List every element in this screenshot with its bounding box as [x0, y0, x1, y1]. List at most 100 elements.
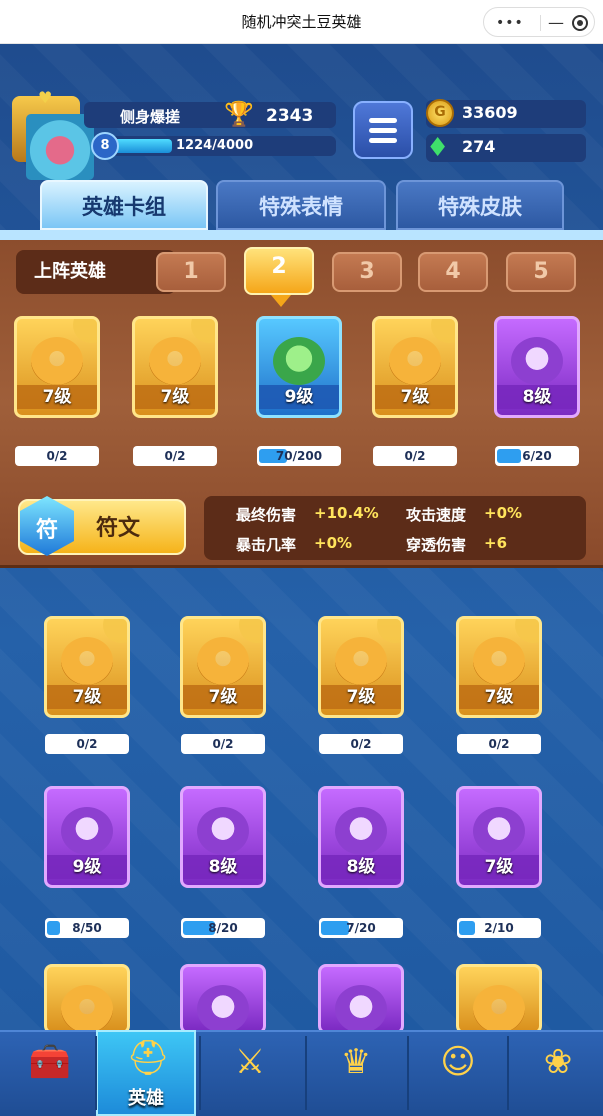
stat-name: 攻击速度 — [406, 506, 467, 524]
chef-hero-icon — [389, 337, 441, 385]
card-progress-text: 0/2 — [76, 737, 98, 751]
lineup-label: 上阵英雄 — [16, 250, 176, 294]
card-progress-bar: 0/2 — [181, 734, 265, 754]
hero-card[interactable] — [44, 964, 130, 1030]
crossed-swords-icon: ⚔ — [234, 1042, 266, 1082]
masked-hero-icon — [197, 637, 249, 685]
hero-card[interactable] — [180, 964, 266, 1030]
card-progress-text: 6/20 — [522, 449, 552, 463]
card-progress-bar: 6/20 — [495, 446, 579, 466]
stat-name: 暴击几率 — [236, 536, 297, 554]
lineup-slot-5[interactable]: 5 — [506, 252, 576, 292]
hero-card[interactable]: 7级 — [372, 316, 458, 418]
hero-card[interactable] — [456, 964, 542, 1030]
hero-level: 8级 — [497, 385, 577, 409]
stat-value: +10.4% — [314, 504, 379, 522]
hero-card[interactable]: 7级 — [456, 616, 542, 718]
lineup-slot-1[interactable]: 1 — [156, 252, 226, 292]
hero-level: 9级 — [259, 385, 339, 409]
stat-name: 最终伤害 — [236, 506, 297, 524]
close-target-icon[interactable] — [572, 15, 588, 31]
player-level-badge: 8 — [91, 132, 119, 160]
nav-item-grass-island[interactable]: ❀ — [508, 1030, 603, 1116]
card-progress-text: 0/2 — [488, 737, 510, 751]
lineup-slot-3[interactable]: 3 — [332, 252, 402, 292]
nav-item-crown-shield[interactable]: ♛ — [306, 1030, 406, 1116]
capsule-menu: ••• — — [483, 7, 595, 37]
lineup-slot-2[interactable]: 2 — [244, 247, 314, 307]
tab-special-skins[interactable]: 特殊皮肤 — [396, 180, 564, 230]
card-progress-text: 0/2 — [212, 737, 234, 751]
stat-value: +6 — [484, 534, 508, 552]
tab-hero-deck[interactable]: 英雄卡组 — [40, 180, 208, 230]
hero-level: 7级 — [459, 685, 539, 709]
hero-level: 7级 — [375, 385, 455, 409]
card-progress-bar: 2/10 — [457, 918, 541, 938]
card-progress-bar: 8/50 — [45, 918, 129, 938]
hero-card[interactable]: 7级 — [14, 316, 100, 418]
card-progress-text: 70/200 — [275, 449, 323, 463]
hero-card[interactable]: 7级 — [44, 616, 130, 718]
gold-amount: 33609 — [462, 103, 518, 122]
card-progress-bar: 8/20 — [181, 918, 265, 938]
explorer-hero-icon — [335, 807, 387, 855]
hero-card[interactable]: 9级 — [44, 786, 130, 888]
stat-name: 穿透伤害 — [406, 536, 467, 554]
stat-value: +0% — [314, 534, 353, 552]
hero-level: 7级 — [47, 685, 127, 709]
card-progress-text: 7/20 — [346, 921, 376, 935]
hero-card[interactable]: 8级 — [318, 786, 404, 888]
nav-item-treasure-chest[interactable]: 🧰 — [0, 1030, 100, 1116]
tab-special-emotes[interactable]: 特殊表情 — [216, 180, 386, 230]
helmet-icon: ⛑ — [126, 1038, 170, 1078]
game-screen: ♥ 侧身爆搓 🏆 2343 8 1224/4000 G 33609 ♦ 274 … — [0, 44, 603, 1030]
player-avatar[interactable]: ♥ — [12, 88, 94, 180]
social-icon: ☺ — [440, 1042, 476, 1082]
nav-item-social[interactable]: ☺ — [408, 1030, 508, 1116]
fire-hero-icon — [473, 985, 525, 1030]
player-name: 侧身爆搓 — [120, 108, 181, 126]
golden-wing-icon — [377, 619, 401, 643]
hero-card[interactable]: 7级 — [180, 616, 266, 718]
nav-label: 英雄 — [128, 1088, 164, 1109]
hero-card[interactable]: 7级 — [456, 786, 542, 888]
card-progress-bar: 0/2 — [457, 734, 541, 754]
card-progress-bar: 0/2 — [15, 446, 99, 466]
card-progress-text: 0/2 — [350, 737, 372, 751]
stat-value: +0% — [484, 504, 523, 522]
hero-card[interactable]: 8级 — [494, 316, 580, 418]
gem-amount: 274 — [462, 137, 496, 156]
pink-hero-icon — [197, 985, 249, 1030]
menu-button[interactable] — [353, 101, 413, 159]
hero-card[interactable]: 7级 — [318, 616, 404, 718]
hero-level: 8级 — [183, 855, 263, 879]
hero-level: 7级 — [183, 685, 263, 709]
minimize-icon[interactable]: — — [548, 13, 564, 32]
vampire-hero-icon — [473, 807, 525, 855]
hero-card[interactable]: 9级 — [256, 316, 342, 418]
card-progress-text: 0/2 — [46, 449, 68, 463]
tophat-hero-icon — [61, 807, 113, 855]
hero-level: 7级 — [321, 685, 401, 709]
hero-card[interactable]: 8级 — [180, 786, 266, 888]
nav-item-helmet[interactable]: ⛑ 英雄 — [96, 1030, 196, 1116]
monocle-hero-icon — [273, 337, 325, 385]
grass-island-icon: ❀ — [543, 1042, 573, 1082]
hero-card[interactable] — [318, 964, 404, 1030]
trophy-icon: 🏆 — [224, 100, 254, 128]
heart-icon: ♥ — [38, 88, 53, 107]
robot-hero-icon — [335, 637, 387, 685]
hero-level: 9级 — [47, 855, 127, 879]
card-progress-bar: 70/200 — [257, 446, 341, 466]
gold-coin-icon: G — [426, 99, 454, 127]
more-icon[interactable]: ••• — [496, 15, 524, 31]
knight-hero-icon — [149, 337, 201, 385]
golden-wing-icon — [515, 619, 539, 643]
lineup-slot-4[interactable]: 4 — [418, 252, 488, 292]
goggles-hero-icon — [61, 985, 113, 1030]
xp-text: 1224/4000 — [176, 138, 254, 153]
nav-item-crossed-swords[interactable]: ⚔ — [200, 1030, 300, 1116]
hero-level: 7级 — [135, 385, 215, 409]
card-progress-text: 8/50 — [72, 921, 102, 935]
hero-card[interactable]: 7级 — [132, 316, 218, 418]
